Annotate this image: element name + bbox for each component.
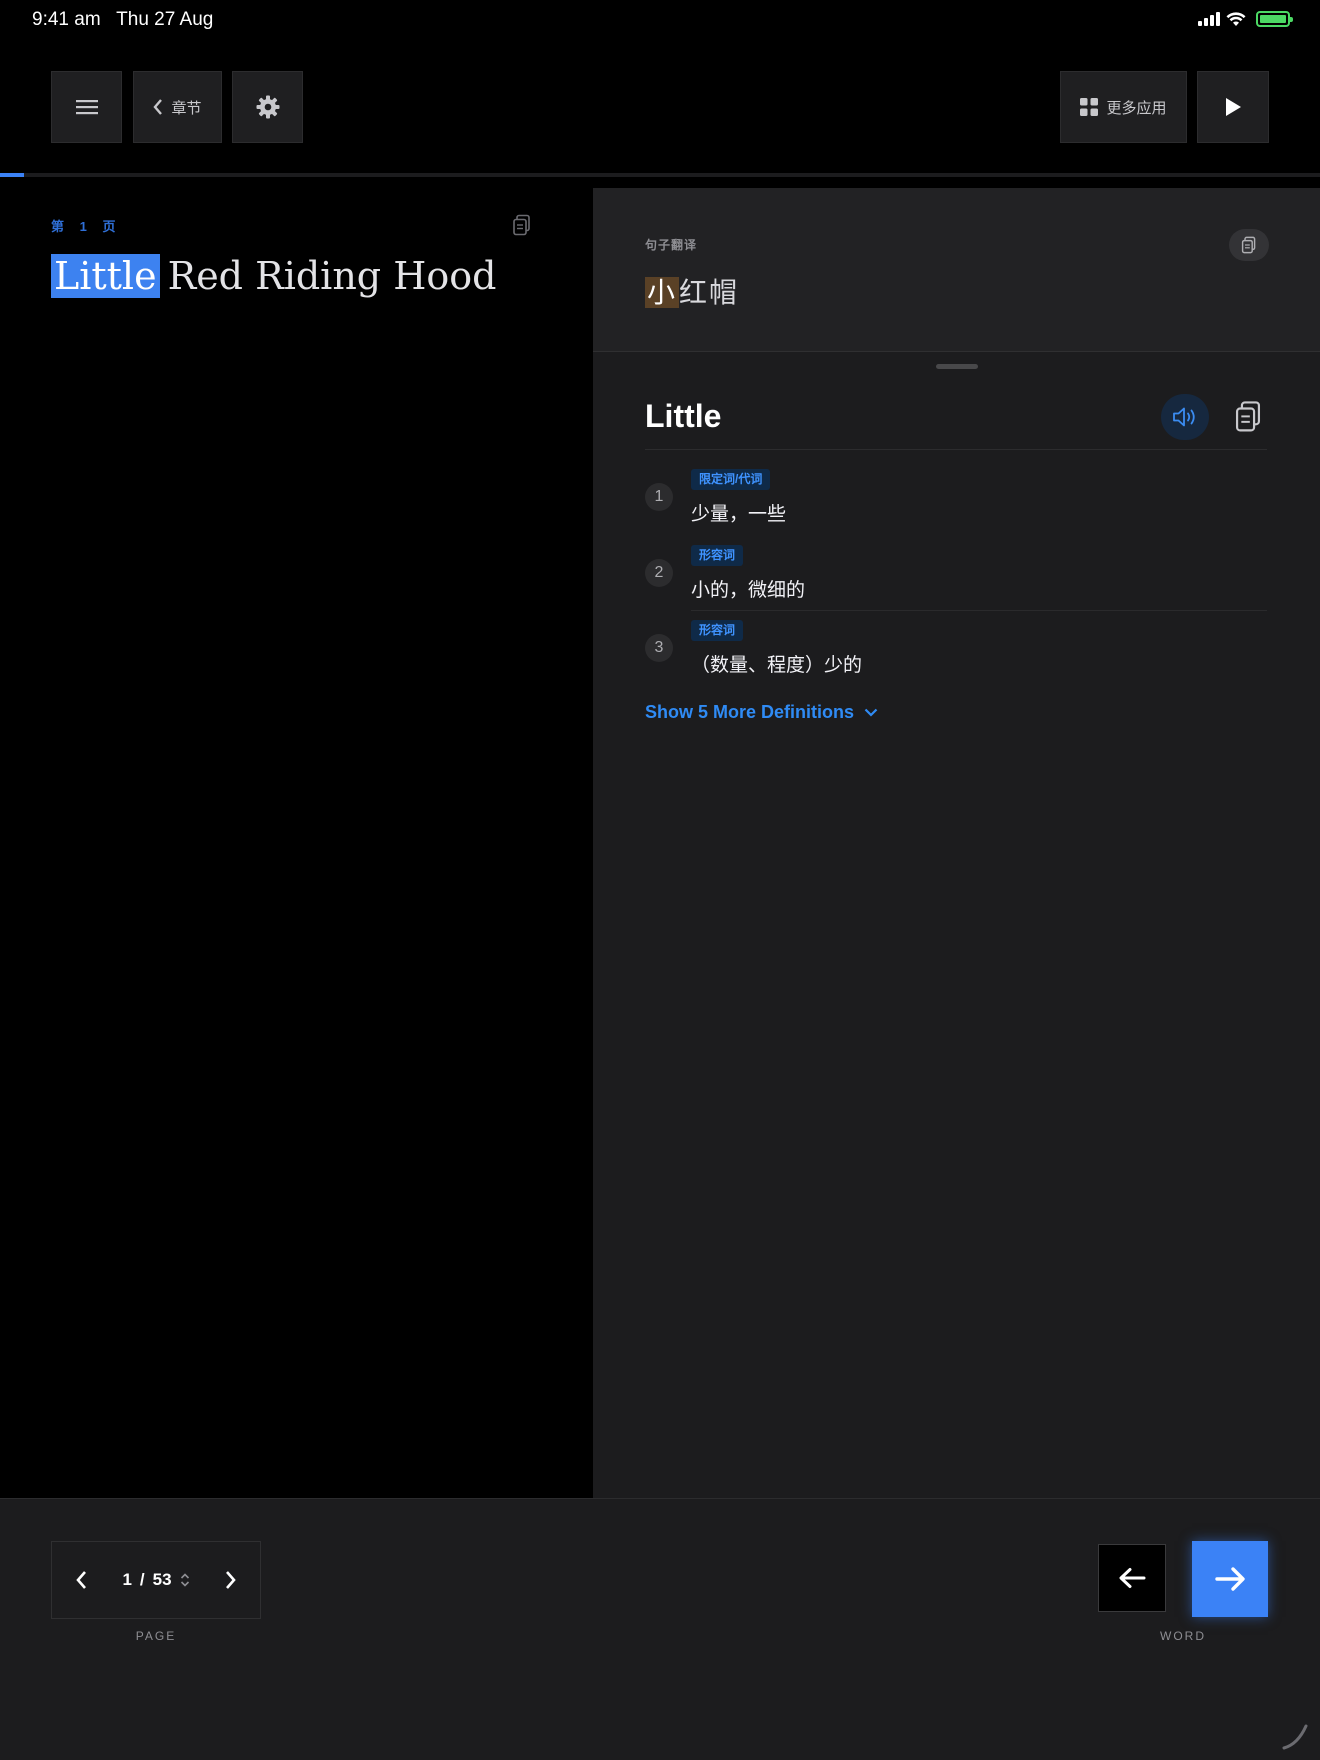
next-word-button[interactable] (1192, 1541, 1268, 1617)
translation-rest: 红帽 (679, 277, 740, 308)
chevron-right-icon (226, 1571, 236, 1589)
battery-icon (1256, 11, 1293, 27)
part-of-speech-badge: 形容词 (691, 620, 744, 641)
panel-resize-handle[interactable] (936, 364, 978, 369)
definition-text: 少量，一些 (691, 504, 787, 525)
previous-page-button[interactable] (52, 1541, 110, 1619)
arrow-right-icon (1215, 1567, 1245, 1591)
sentence-copy-button[interactable] (1229, 229, 1269, 261)
status-date: Thu 27 Aug (116, 9, 214, 30)
reading-text: Little Red Riding Hood (51, 254, 496, 298)
sentence-translation-box: 句子翻译 小红帽 (593, 188, 1320, 352)
page-caption: PAGE (135, 1629, 177, 1643)
next-page-button[interactable] (202, 1541, 260, 1619)
definition-text: 小的，微细的 (691, 580, 806, 601)
settings-button[interactable] (232, 71, 303, 143)
copy-icon (1241, 236, 1256, 254)
show-more-label: Show 5 More Definitions (645, 702, 855, 722)
page-selector[interactable]: 1 / 53 (110, 1570, 202, 1590)
total-pages: 53 (152, 1570, 172, 1589)
chevron-left-icon (153, 99, 163, 115)
definition-number: 3 (645, 634, 673, 662)
chevron-left-icon (76, 1571, 86, 1589)
dictionary-panel: 句子翻译 小红帽 Little 1 限定词/代词 少量，一些 2 形容词 小的，… (593, 188, 1320, 1498)
more-apps-button[interactable]: 更多应用 (1060, 71, 1187, 143)
gear-icon (256, 95, 279, 119)
chapters-button[interactable]: 章节 (133, 71, 222, 143)
definition-divider (691, 610, 1267, 611)
scroll-indicator-icon (1282, 1724, 1308, 1750)
part-of-speech-badge: 限定词/代词 (691, 469, 771, 490)
chevron-up-down-icon (180, 1573, 189, 1587)
menu-icon (75, 100, 98, 115)
arrow-left-icon (1119, 1568, 1146, 1588)
headword: Little (645, 398, 722, 434)
more-apps-label: 更多应用 (1106, 99, 1167, 117)
play-icon (1226, 98, 1241, 116)
play-button[interactable] (1197, 71, 1269, 143)
selected-word[interactable]: Little (51, 254, 160, 298)
reading-pane: 第 1 页 Little Red Riding Hood (0, 177, 593, 1498)
reading-text-rest[interactable]: Red Riding Hood (168, 254, 497, 298)
chevron-down-icon (864, 708, 878, 717)
definition-text: （数量、程度）少的 (691, 655, 863, 676)
copy-icon[interactable] (512, 214, 532, 236)
word-caption: WORD (1160, 1629, 1206, 1643)
cellular-signal-icon (1198, 12, 1220, 26)
wifi-icon (1226, 11, 1246, 26)
pronounce-button[interactable] (1161, 394, 1209, 440)
sentence-translation-label: 句子翻译 (645, 238, 698, 252)
previous-word-button[interactable] (1098, 1544, 1166, 1612)
page-separator: / (139, 1570, 145, 1589)
show-more-definitions-button[interactable]: Show 5 More Definitions (645, 702, 878, 723)
grid-icon (1080, 98, 1099, 116)
translation-highlight: 小 (645, 277, 680, 308)
definition-number: 2 (645, 559, 673, 587)
sentence-translation-text: 小红帽 (645, 271, 739, 311)
copy-icon[interactable] (1233, 400, 1263, 434)
status-bar: 9:41 am Thu 27 Aug (0, 0, 1320, 40)
status-icons (1198, 11, 1293, 27)
speaker-icon (1173, 407, 1195, 427)
status-clock: 9:41 am (32, 9, 101, 30)
current-page: 1 (122, 1570, 132, 1589)
menu-button[interactable] (51, 71, 122, 143)
definition-number: 1 (645, 483, 673, 511)
bottom-navigation-bar: 1 / 53 PAGE WORD (0, 1498, 1320, 1760)
page-number-label: 第 1 页 (51, 219, 122, 234)
chapters-label: 章节 (171, 99, 202, 117)
part-of-speech-badge: 形容词 (691, 545, 744, 566)
page-pager: 1 / 53 (51, 1541, 261, 1619)
status-time: 9:41 am Thu 27 Aug (32, 9, 213, 31)
headword-divider (645, 449, 1267, 450)
